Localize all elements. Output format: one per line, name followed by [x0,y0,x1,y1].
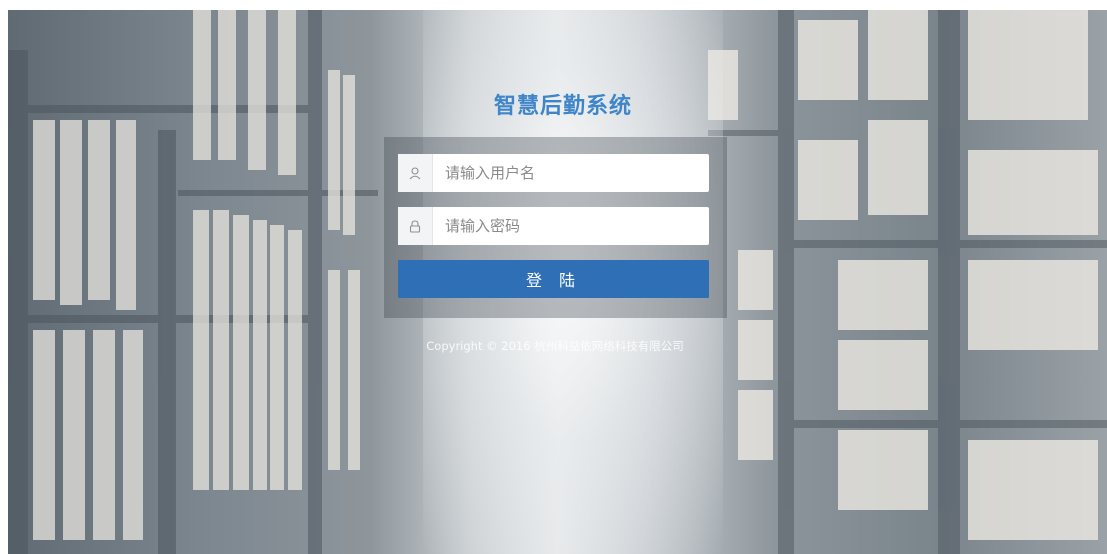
username-field-wrapper [398,154,711,192]
login-button[interactable]: 登 陆 [398,260,709,298]
copyright-text: Copyright © 2016 杭州科益依网络科技有限公司 [426,339,684,353]
user-icon [398,154,433,192]
username-input[interactable] [433,154,711,192]
lock-icon [398,207,433,245]
password-field-wrapper [398,207,711,245]
password-input[interactable] [433,207,711,245]
app-title: 智慧后勤系统 [493,94,632,119]
